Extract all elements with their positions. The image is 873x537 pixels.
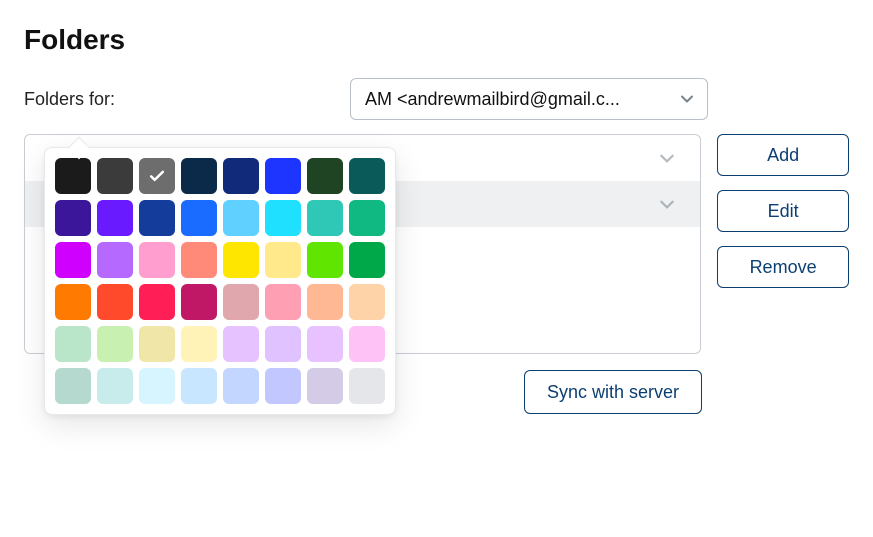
color-swatch[interactable] [139, 242, 175, 278]
color-swatch[interactable] [307, 200, 343, 236]
color-swatch[interactable] [97, 326, 133, 362]
color-swatch[interactable] [223, 158, 259, 194]
color-swatch[interactable] [181, 242, 217, 278]
color-swatch[interactable] [55, 200, 91, 236]
color-swatch[interactable] [55, 326, 91, 362]
color-swatch[interactable] [181, 368, 217, 404]
color-swatch[interactable] [223, 242, 259, 278]
color-swatch[interactable] [265, 200, 301, 236]
account-selector-label: Folders for: [24, 89, 336, 110]
color-swatch[interactable] [139, 368, 175, 404]
color-swatch-grid [55, 158, 385, 404]
edit-button[interactable]: Edit [717, 190, 849, 232]
color-swatch[interactable] [307, 368, 343, 404]
chevron-down-icon[interactable] [658, 149, 676, 167]
color-swatch[interactable] [97, 200, 133, 236]
account-selector-row: Folders for: AM <andrewmailbird@gmail.c.… [24, 78, 849, 120]
color-swatch[interactable] [181, 326, 217, 362]
color-swatch[interactable] [307, 326, 343, 362]
color-picker-popover [44, 147, 396, 415]
color-swatch[interactable] [97, 368, 133, 404]
color-swatch[interactable] [55, 368, 91, 404]
add-button[interactable]: Add [717, 134, 849, 176]
side-buttons: Add Edit Remove [717, 134, 849, 288]
account-dropdown[interactable]: AM <andrewmailbird@gmail.c... [350, 78, 708, 120]
check-icon [147, 166, 167, 186]
chevron-down-icon[interactable] [658, 195, 676, 213]
color-swatch[interactable] [349, 242, 385, 278]
color-swatch[interactable] [97, 158, 133, 194]
color-swatch[interactable] [97, 242, 133, 278]
color-swatch[interactable] [55, 242, 91, 278]
color-swatch[interactable] [265, 158, 301, 194]
color-swatch[interactable] [223, 368, 259, 404]
account-dropdown-value: AM <andrewmailbird@gmail.c... [365, 89, 620, 110]
chevron-down-icon [679, 91, 695, 107]
color-swatch[interactable] [181, 158, 217, 194]
color-swatch[interactable] [55, 158, 91, 194]
sync-button[interactable]: Sync with server [524, 370, 702, 414]
color-swatch[interactable] [265, 326, 301, 362]
color-swatch[interactable] [55, 284, 91, 320]
color-swatch[interactable] [97, 284, 133, 320]
color-swatch[interactable] [307, 158, 343, 194]
color-swatch[interactable] [223, 284, 259, 320]
color-swatch[interactable] [139, 326, 175, 362]
color-swatch[interactable] [349, 200, 385, 236]
page-title: Folders [24, 24, 849, 56]
color-swatch[interactable] [181, 284, 217, 320]
color-swatch[interactable] [181, 200, 217, 236]
color-swatch[interactable] [265, 368, 301, 404]
color-swatch[interactable] [349, 326, 385, 362]
color-swatch[interactable] [265, 284, 301, 320]
color-swatch[interactable] [349, 284, 385, 320]
color-swatch[interactable] [139, 284, 175, 320]
color-swatch[interactable] [349, 158, 385, 194]
color-swatch[interactable] [223, 326, 259, 362]
remove-button[interactable]: Remove [717, 246, 849, 288]
color-swatch[interactable] [139, 158, 175, 194]
color-swatch[interactable] [265, 242, 301, 278]
color-swatch[interactable] [307, 284, 343, 320]
color-swatch[interactable] [307, 242, 343, 278]
color-swatch[interactable] [139, 200, 175, 236]
color-swatch[interactable] [349, 368, 385, 404]
color-swatch[interactable] [223, 200, 259, 236]
